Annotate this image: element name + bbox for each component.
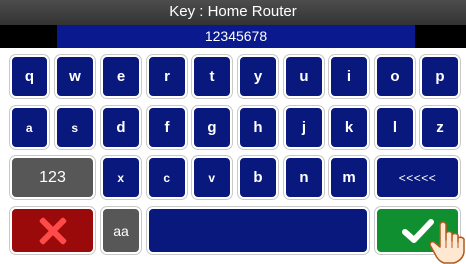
key-o[interactable]: o	[375, 55, 415, 98]
title-bar: Key : Home Router	[0, 0, 466, 25]
key-p[interactable]: p	[420, 55, 460, 98]
key-d[interactable]: d	[101, 106, 141, 149]
key-q[interactable]: q	[10, 55, 49, 98]
key-g[interactable]: g	[192, 106, 232, 149]
key-y[interactable]: y	[238, 55, 278, 98]
input-band: 12345678	[0, 25, 466, 48]
key-a[interactable]: a	[10, 106, 49, 149]
key-m[interactable]: m	[329, 156, 369, 199]
key-n[interactable]: n	[284, 156, 324, 199]
close-x-icon	[38, 216, 68, 246]
key-i[interactable]: i	[329, 55, 369, 98]
window-title: Key : Home Router	[169, 3, 297, 20]
key-l[interactable]: l	[375, 106, 415, 149]
key-f[interactable]: f	[147, 106, 187, 149]
key-w[interactable]: w	[55, 55, 95, 98]
key-v[interactable]: v	[192, 156, 232, 199]
key-t[interactable]: t	[192, 55, 232, 98]
keyboard-screen: Key : Home Router 12345678 q w e r t y u…	[0, 0, 466, 264]
key-x[interactable]: x	[101, 156, 141, 199]
key-s[interactable]: s	[55, 106, 95, 149]
key-b[interactable]: b	[238, 156, 278, 199]
key-c[interactable]: c	[147, 156, 187, 199]
numeric-toggle-button[interactable]: 123	[10, 156, 95, 199]
case-toggle-button[interactable]: aa	[101, 207, 141, 254]
key-u[interactable]: u	[284, 55, 324, 98]
key-k[interactable]: k	[329, 106, 369, 149]
cancel-button[interactable]	[10, 207, 95, 254]
key-h[interactable]: h	[238, 106, 278, 149]
hand-pointer-icon	[430, 221, 465, 264]
key-r[interactable]: r	[147, 55, 187, 98]
key-entry-field[interactable]: 12345678	[57, 25, 415, 48]
key-j[interactable]: j	[284, 106, 324, 149]
key-z[interactable]: z	[420, 106, 460, 149]
backspace-button[interactable]: <<<<<	[375, 156, 460, 199]
space-bar[interactable]	[147, 207, 369, 254]
key-e[interactable]: e	[101, 55, 141, 98]
